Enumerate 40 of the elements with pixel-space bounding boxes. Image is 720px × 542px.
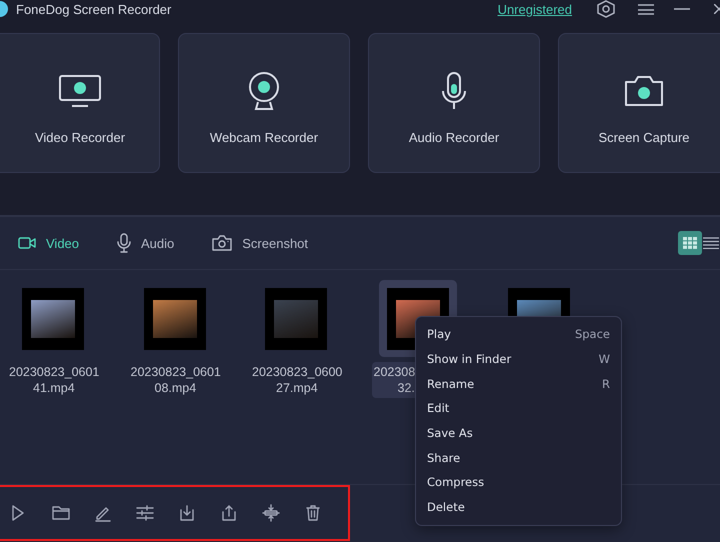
- menu-item[interactable]: Play Space: [416, 322, 621, 347]
- menu-item[interactable]: Delete: [416, 494, 621, 520]
- list-icon: [703, 237, 719, 249]
- mode-card[interactable]: Webcam Recorder: [178, 33, 350, 173]
- menu-item[interactable]: Share: [416, 445, 621, 470]
- unregistered-link[interactable]: Unregistered: [498, 2, 572, 16]
- menu-item[interactable]: Edit: [416, 396, 621, 421]
- app-logo-icon: [0, 1, 8, 17]
- menu-item[interactable]: Compress: [416, 470, 621, 495]
- shortcut-key: R: [602, 376, 610, 391]
- menu-icon[interactable]: [638, 3, 654, 15]
- video-thumbnail[interactable]: [265, 288, 327, 350]
- mode-card[interactable]: Screen Capture: [558, 33, 720, 173]
- file-name: 20230823_0600 27.mp4: [251, 364, 342, 397]
- menu-item[interactable]: Save As: [416, 420, 621, 446]
- file-name: 20230823_0601 41.mp4: [8, 364, 99, 397]
- compress-icon[interactable]: [261, 502, 281, 522]
- video-thumbnail[interactable]: [22, 288, 84, 350]
- shortcut-key: W: [598, 352, 610, 366]
- mode-card[interactable]: Video Recorder: [0, 33, 160, 173]
- mode-card[interactable]: Audio Recorder: [368, 33, 540, 173]
- webcam-icon: [247, 71, 281, 111]
- camera-icon: [212, 235, 232, 251]
- microphone-icon: [440, 71, 468, 111]
- user-icon[interactable]: [596, 0, 616, 18]
- minimize-icon[interactable]: [674, 7, 690, 11]
- shortcut-key: Space: [574, 327, 610, 342]
- media-tab[interactable]: Video: [18, 236, 80, 250]
- grid-view-button[interactable]: [678, 231, 702, 255]
- sliders-icon[interactable]: [135, 502, 155, 522]
- grid-icon: [683, 237, 697, 249]
- microphone-icon: [117, 233, 132, 253]
- camera-icon: [623, 74, 665, 108]
- media-tab[interactable]: Audio: [117, 233, 174, 253]
- monitor-icon: [58, 74, 102, 108]
- media-tab[interactable]: Screenshot: [212, 235, 308, 251]
- window-title: FoneDog Screen Recorder: [16, 2, 172, 16]
- video-thumbnail[interactable]: [144, 288, 206, 350]
- file-name: 20230823_0601 08.mp4: [130, 364, 220, 397]
- video-camera-icon: [18, 236, 36, 250]
